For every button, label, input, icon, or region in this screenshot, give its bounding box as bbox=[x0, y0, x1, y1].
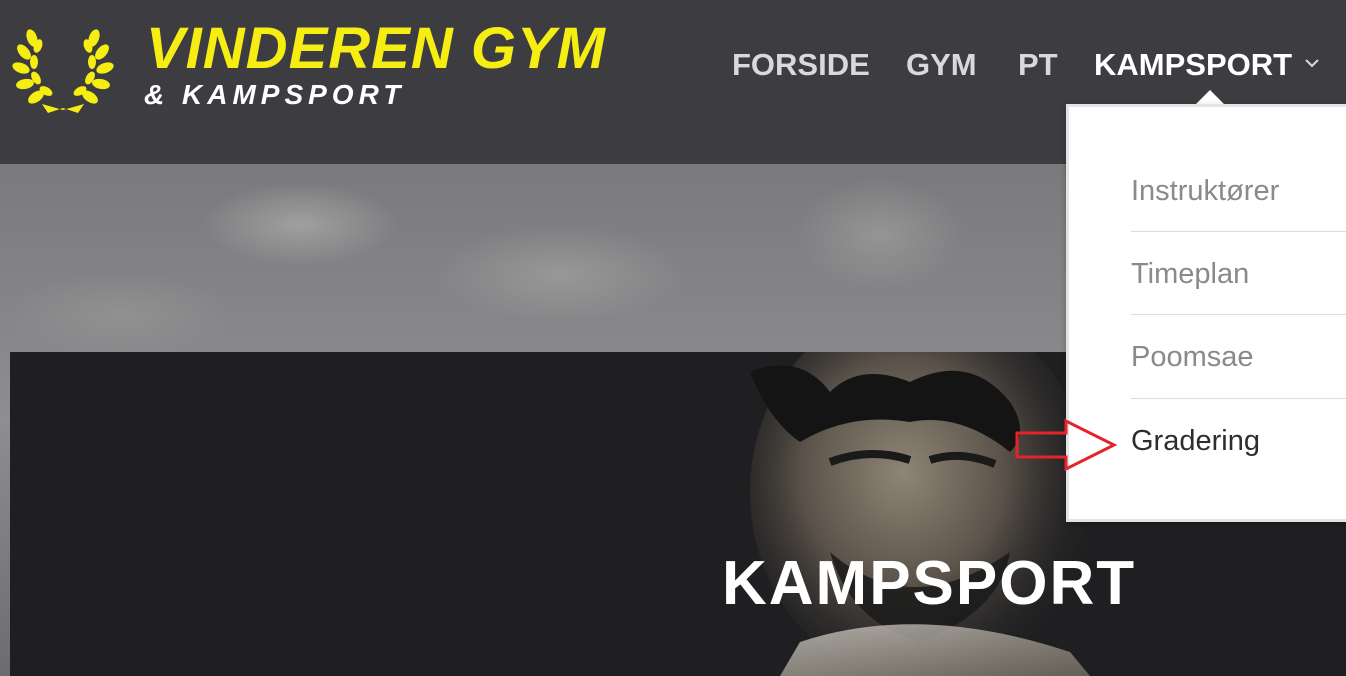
nav-item-forside[interactable]: FORSIDE bbox=[732, 44, 870, 86]
brand-name: VINDEREN GYM bbox=[146, 16, 606, 81]
chevron-down-icon[interactable] bbox=[1304, 58, 1320, 68]
brand-subtitle: & KAMPSPORT bbox=[144, 79, 406, 110]
nav-item-pt[interactable]: PT bbox=[1018, 44, 1058, 86]
brand-logo[interactable]: VINDEREN GYM & KAMPSPORT bbox=[8, 10, 618, 120]
red-outline-arrow-icon bbox=[1015, 418, 1118, 472]
nav-item-gym[interactable]: GYM bbox=[906, 44, 977, 86]
dropdown-item-instruktorer[interactable]: Instruktører bbox=[1131, 149, 1346, 233]
dropdown-item-poomsae[interactable]: Poomsae bbox=[1131, 315, 1346, 399]
nav-item-kampsport[interactable]: KAMPSPORT bbox=[1094, 44, 1292, 86]
laurel-wreath-icon bbox=[12, 29, 114, 113]
dropdown-item-timeplan[interactable]: Timeplan bbox=[1131, 232, 1346, 316]
hero-title: KAMPSPORT bbox=[722, 549, 1137, 618]
dropdown-item-gradering[interactable]: Gradering bbox=[1131, 399, 1346, 483]
dropdown-caret bbox=[1196, 90, 1224, 104]
